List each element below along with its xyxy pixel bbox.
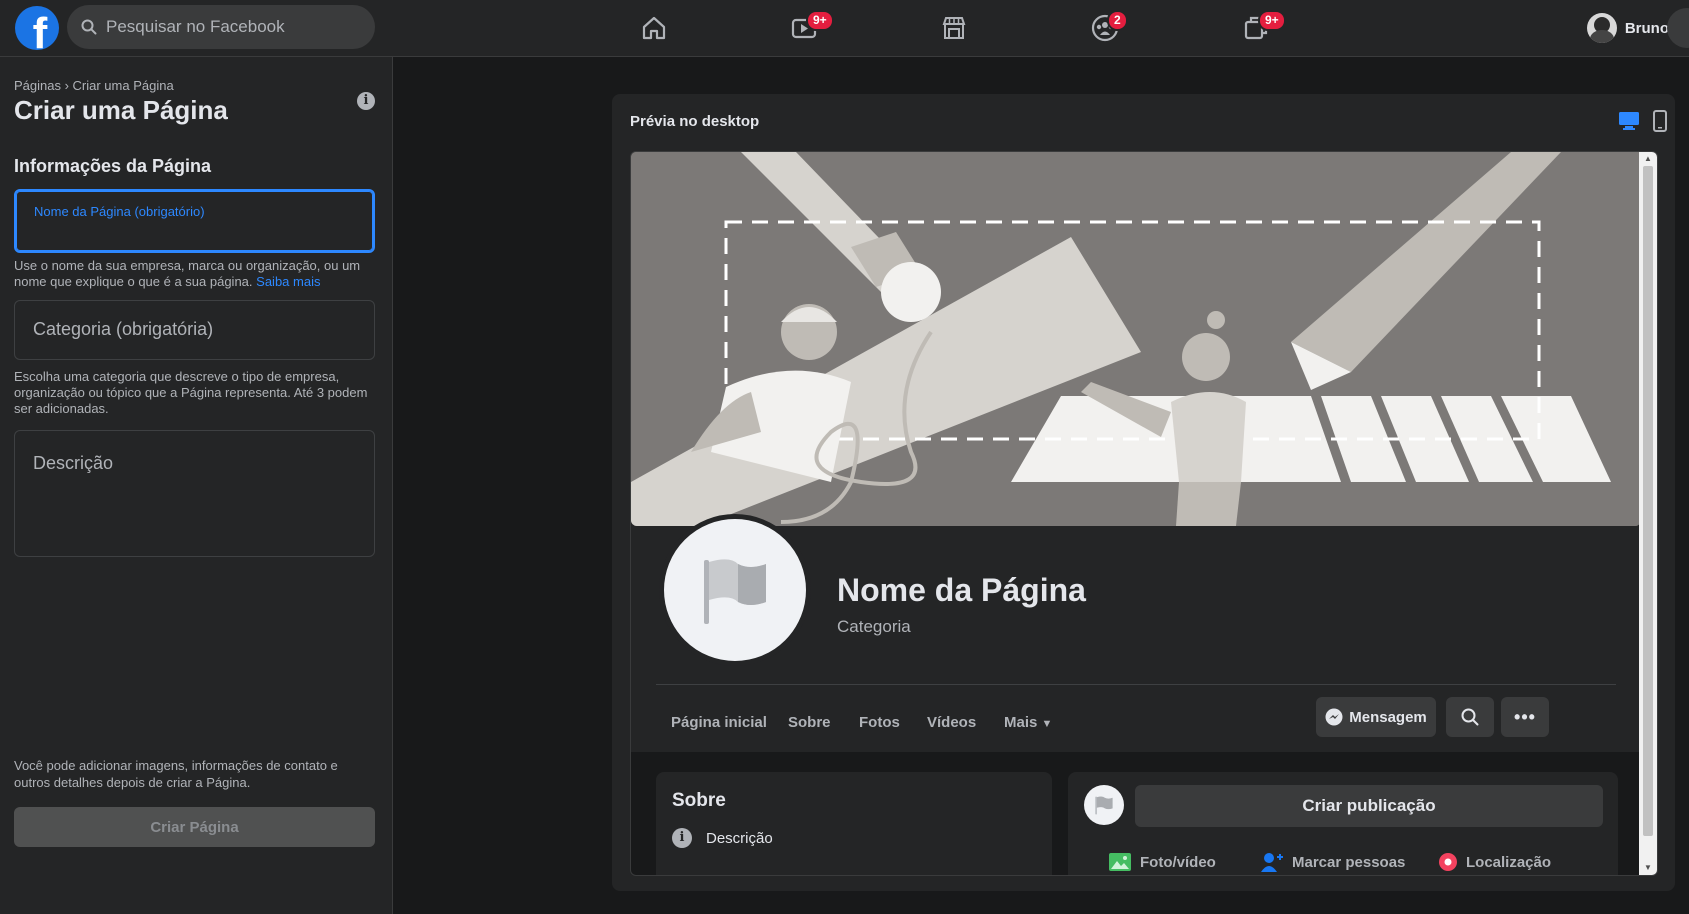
about-title: Sobre xyxy=(672,790,726,811)
photo-video-label: Foto/vídeo xyxy=(1140,853,1216,871)
category-helper: Escolha uma categoria que descreve o tip… xyxy=(14,369,368,416)
tab-home[interactable]: Página inicial xyxy=(671,714,767,731)
message-button[interactable]: Mensagem xyxy=(1316,697,1436,737)
profile-name: Bruno xyxy=(1624,19,1669,37)
flag-icon xyxy=(1095,796,1113,815)
about-description-text: Descrição xyxy=(706,829,773,847)
page-name-field[interactable]: Nome da Página (obrigatório) xyxy=(14,189,375,253)
tab-about[interactable]: Sobre xyxy=(788,714,831,731)
page-preview-frame: Nome da Página Categoria Página inicial … xyxy=(630,151,1658,876)
tag-people-icon xyxy=(1261,853,1283,872)
description-label: Descrição xyxy=(33,453,114,473)
watch-badge: 9+ xyxy=(806,10,834,31)
section-title: Informações da Página xyxy=(14,156,212,176)
info-icon[interactable]: i xyxy=(357,92,375,110)
tag-people-button[interactable]: Marcar pessoas xyxy=(1260,852,1405,872)
mobile-icon xyxy=(1653,110,1667,132)
location-icon xyxy=(1439,853,1457,871)
mobile-view-button[interactable] xyxy=(1647,108,1673,134)
scroll-down-icon[interactable]: ▼ xyxy=(1639,861,1657,875)
desktop-preview-panel: Prévia no desktop Nome da Página Categor… xyxy=(612,94,1675,891)
gaming-badge: 9+ xyxy=(1258,10,1286,31)
preview-page-category: Categoria xyxy=(837,617,911,636)
location-label: Localização xyxy=(1466,853,1552,871)
more-options-button[interactable]: ••• xyxy=(1501,697,1549,737)
create-post-button[interactable]: Criar publicação xyxy=(1135,785,1603,827)
page-profile-picture xyxy=(659,514,811,666)
tab-photos[interactable]: Fotos xyxy=(859,714,900,731)
search-page-button[interactable] xyxy=(1446,697,1494,737)
home-nav-button[interactable] xyxy=(634,8,674,48)
create-post-card: Criar publicação Foto/vídeo Marcar pesso… xyxy=(1068,772,1618,875)
search-input[interactable] xyxy=(106,17,346,37)
divider xyxy=(656,684,1616,685)
desktop-view-button[interactable] xyxy=(1616,108,1642,134)
photo-video-button[interactable]: Foto/vídeo xyxy=(1108,852,1216,872)
preview-scrollbar[interactable]: ▲ ▼ xyxy=(1639,152,1657,875)
category-label: Categoria (obrigatória) xyxy=(33,319,214,339)
location-button[interactable]: Localização xyxy=(1438,852,1551,872)
gaming-nav-button[interactable]: 9+ xyxy=(1236,8,1286,48)
create-page-sidebar: Páginas › Criar uma Página Criar uma Pág… xyxy=(0,57,393,914)
marketplace-nav-button[interactable] xyxy=(934,8,974,48)
tab-more-label: Mais xyxy=(1004,714,1038,731)
about-card: Sobre i Descrição xyxy=(656,772,1052,875)
page-header: Nome da Página Categoria Página inicial … xyxy=(631,152,1641,752)
page-name-helper: Use o nome da sua empresa, marca ou orga… xyxy=(14,258,379,290)
menu-button[interactable] xyxy=(1667,8,1689,48)
cover-illustration xyxy=(631,152,1641,526)
footer-note: Você pode adicionar imagens, informações… xyxy=(14,758,338,790)
groups-nav-button[interactable]: 2 xyxy=(1085,8,1128,48)
messenger-icon xyxy=(1325,708,1343,726)
description-field[interactable]: Descrição xyxy=(14,430,375,557)
search-box[interactable] xyxy=(67,5,375,49)
info-icon: i xyxy=(672,828,692,848)
about-description: i Descrição xyxy=(672,828,773,848)
tag-people-label: Marcar pessoas xyxy=(1292,853,1406,871)
search-icon xyxy=(81,19,97,35)
message-button-label: Mensagem xyxy=(1349,708,1427,726)
breadcrumb[interactable]: Páginas › Criar uma Página xyxy=(14,78,174,93)
page-avatar xyxy=(1084,785,1124,825)
desktop-icon xyxy=(1619,112,1639,130)
scroll-up-icon[interactable]: ▲ xyxy=(1639,152,1657,166)
caret-down-icon: ▼ xyxy=(1041,718,1053,730)
top-navigation-bar: f 9+ 2 9+ Bruno xyxy=(0,0,1689,57)
avatar xyxy=(1586,13,1617,43)
learn-more-link[interactable]: Saiba mais xyxy=(256,274,320,289)
category-field[interactable]: Categoria (obrigatória) xyxy=(14,300,375,360)
facebook-logo-icon[interactable]: f xyxy=(15,6,59,50)
preview-page-name: Nome da Página xyxy=(837,572,1086,608)
watch-nav-button[interactable]: 9+ xyxy=(784,8,834,48)
preview-title: Prévia no desktop xyxy=(630,113,760,130)
profile-button[interactable]: Bruno xyxy=(1586,10,1669,46)
cover-photo xyxy=(631,152,1641,526)
home-icon xyxy=(642,16,666,40)
scroll-thumb[interactable] xyxy=(1643,166,1653,836)
more-dots-icon: ••• xyxy=(1514,707,1536,727)
flag-icon xyxy=(704,559,766,624)
photo-icon xyxy=(1109,853,1131,871)
marketplace-icon xyxy=(942,17,966,39)
tab-more[interactable]: Mais ▼ xyxy=(1004,714,1052,731)
page-name-label: Nome da Página (obrigatório) xyxy=(34,204,205,219)
tab-videos[interactable]: Vídeos xyxy=(927,714,976,731)
create-page-button[interactable]: Criar Página xyxy=(14,807,375,847)
groups-badge: 2 xyxy=(1107,10,1128,31)
page-title: Criar uma Página xyxy=(14,95,228,125)
search-icon xyxy=(1461,708,1479,726)
